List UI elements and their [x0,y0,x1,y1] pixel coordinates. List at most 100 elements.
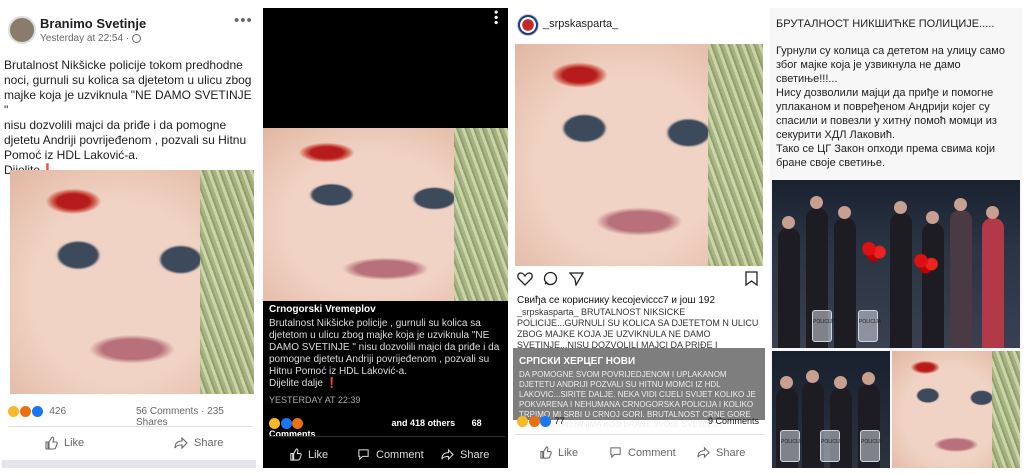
divider [8,426,252,427]
share-button[interactable]: Share [174,436,223,450]
post-title: БРУТАЛНОСТ НИКШИЋКЕ ПОЛИЦИЈЕ..... [776,18,995,30]
like-label: Like [64,437,85,449]
post-line: уплаканом и повређеном Андрији којег су [776,101,990,113]
post-body: Гурнули су колица са дететом на улицу са… [776,44,1016,170]
like-reaction-icon [280,418,292,430]
caption-text: Brutalnost Nikšicke policije , gurnuli s… [269,318,500,377]
like-reaction-icon [540,416,552,428]
post-line: бране своје светиње. [776,157,886,169]
reaction-count: 77 [554,416,565,426]
child-photo[interactable] [892,351,1020,468]
comment-button[interactable]: Comment [357,448,424,461]
sad-reaction-icon [269,418,280,430]
angry-reaction-icon [292,418,304,430]
share-label: Share [460,448,490,461]
heart-icon[interactable] [517,271,533,286]
comment-label: Comment [376,448,424,461]
dark-photo-viewer-panel: ••• Crnogorski Vremeplov Brutalnost Nikš… [263,8,508,468]
engagement-counts[interactable]: 56 Comments · 235 Shares [136,406,256,428]
share-label: Share [194,437,224,449]
photo-background [991,351,1020,468]
others-count: and 418 others [391,418,456,428]
thumbs-up-icon [540,446,552,459]
globe-icon [131,33,141,43]
police-line-photo[interactable]: POLICIJA POLICIJA POLICIJA [772,351,890,468]
red-flowers [912,252,942,274]
post-line: Тако се ЦГ Закон опходи према свима који [776,143,995,155]
reaction-count: 426 [49,406,67,418]
instagram-caption: _srpskasparta_ BRUTALNOST NIKSICKE POLIC… [517,307,759,350]
photo-background [708,44,763,266]
more-options-icon[interactable]: ••• [489,10,503,26]
sad-reaction-icon [8,406,19,417]
divider [2,460,256,468]
reactions-summary[interactable]: 426 [8,406,66,417]
cyrillic-post-panel: БРУТАЛНОСТ НИКШИЋКЕ ПОЛИЦИЈЕ..... Гурнул… [770,8,1022,468]
bookmark-icon[interactable] [745,271,758,286]
post-body: Brutalnost Nikšicke policije tokom predh… [4,58,254,178]
police-crowd-photo[interactable]: POLICIJA POLICIJA [772,180,1020,348]
sad-reaction-icon [517,416,528,428]
share-button[interactable]: Share [697,446,745,459]
police-shield: POLICIJA [780,430,803,462]
overlay-page-name[interactable]: СРПСКИ ХЕРЦЕГ НОВИ [519,356,635,367]
post-time-text: Yesterday at 22:54 · [40,33,132,44]
post-line: због мајке која је узвикнула не дамо [776,59,961,71]
post-line: djetetu Andriji povriјeđenom , pozvali s… [4,133,247,147]
username[interactable]: _srpskasparta_ [543,18,618,30]
like-reaction-icon [31,406,43,417]
page-name[interactable]: Crnogorski Vremeplov [269,304,502,316]
comment-bubble-icon [358,449,369,461]
post-line: спасили и повезли у хитну помоћ момци из [776,115,997,127]
facebook-post-panel: Branimo Svetinje Yesterday at 22:54 · ••… [2,8,256,468]
post-line: Гурнули су колица са дететом на улицу са… [776,45,1005,57]
post-line: nisu dozvolili majci da priđe i da pomog… [4,118,227,132]
post-line: Brutalnost Nikšicke policije tokom predh… [4,58,243,72]
post-time[interactable]: Yesterday at 22:54 · [40,33,141,44]
liked-by-text[interactable]: Свиђа се кориснику kecojeviccc7 и још 19… [517,295,715,306]
police-officer-figure [922,211,944,348]
comment-icon[interactable] [543,271,558,286]
like-button[interactable]: Like [289,448,328,461]
photo-background [200,170,254,394]
profile-avatar[interactable] [517,14,539,36]
police-shield: POLICIJA [820,430,843,462]
like-button[interactable]: Like [44,436,84,450]
divider [515,434,763,435]
viewer-photo[interactable] [263,128,508,304]
post-line: светиње!!!... [776,73,838,85]
post-line: Нису дозволили мајци да приђе и помогне [776,87,994,99]
red-flowers [860,240,890,262]
instagram-photo[interactable] [515,44,763,266]
thumbs-up-icon [290,448,302,461]
angry-reaction-icon [528,416,540,428]
police-officer-figure [890,201,912,348]
divider [269,436,505,437]
comments-count[interactable]: 9 Comments [708,416,759,426]
like-button[interactable]: Like [539,446,578,459]
post-photo[interactable] [10,170,254,394]
send-icon[interactable] [569,271,584,286]
thumbs-up-icon [45,436,58,450]
police-shield: POLICIJA [812,310,835,342]
caption-time: YESTERDAY AT 22:39 [269,395,361,405]
police-officer-figure [778,216,800,348]
post-line: majke koja je uzviknula "NE DAMO SVETINJ… [4,88,252,117]
police-shield: POLICIJA [860,430,883,462]
comment-button[interactable]: Comment [609,446,676,459]
reactions-row[interactable]: 77 9 Comments [517,416,763,428]
like-label: Like [308,448,329,461]
comment-label: Comment [628,446,676,459]
like-label: Like [558,446,579,459]
police-officer-figure [950,198,972,348]
post-line: секурити ХДЛ Лаковић. [776,129,896,141]
instagram-post-panel: _srpskasparta_ Свиђа се кориснику kecoje… [513,8,765,468]
comment-bubble-icon [610,447,621,459]
author-name[interactable]: Branimo Svetinje [40,16,146,31]
post-line: noci, gurnuli su kolica sa djetetom u ul… [4,73,252,87]
comments-count[interactable]: 56 Comments [136,406,198,417]
more-options-icon[interactable]: ••• [234,12,253,29]
author-avatar[interactable] [8,16,36,44]
share-button[interactable]: Share [441,448,489,461]
share-label: Share [716,446,746,459]
